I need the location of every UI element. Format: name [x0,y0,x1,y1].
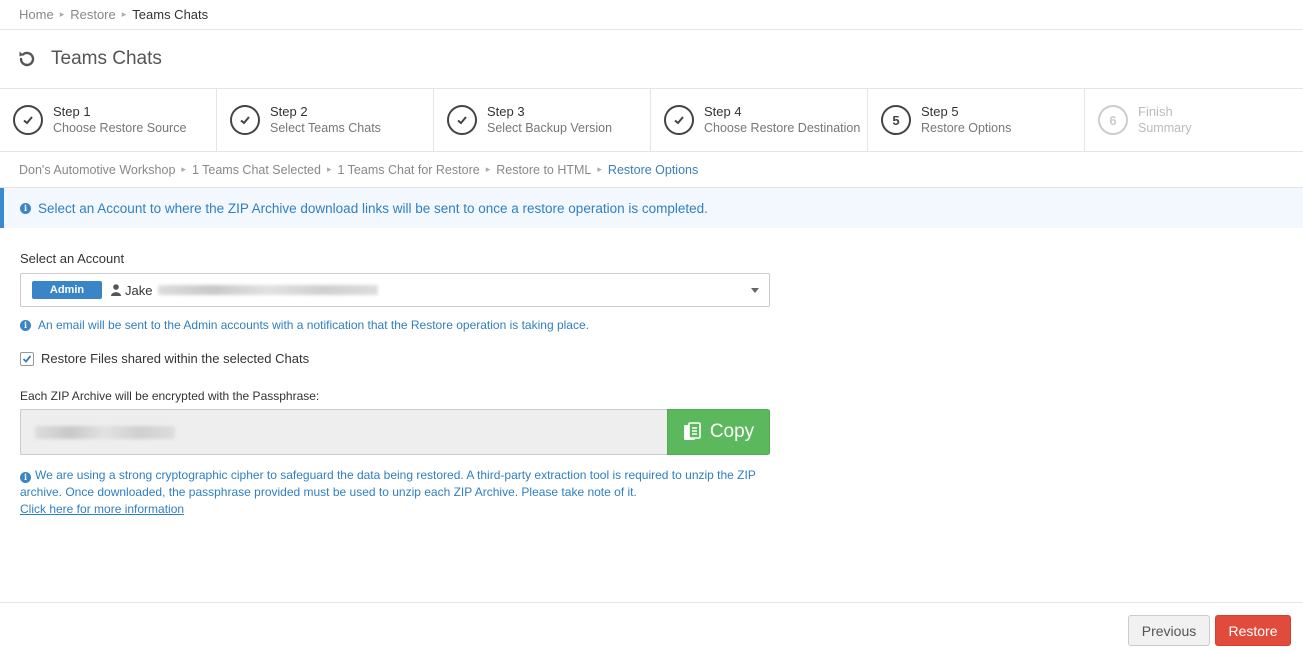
chevron-right-icon: ▸ [59,9,65,19]
breadcrumb-home[interactable]: Home [19,7,54,22]
chevron-right-icon: ▸ [121,9,127,19]
chevron-right-icon: ▸ [326,164,332,174]
step-subtitle: Summary [1138,121,1192,135]
admin-badge: Admin [32,281,102,299]
copy-icon [683,422,701,440]
path-item[interactable]: 1 Teams Chat for Restore [337,163,479,177]
path-item[interactable]: Don's Automotive Workshop [19,163,175,177]
more-info-link[interactable]: Click here for more information [20,502,184,516]
info-banner: i Select an Account to where the ZIP Arc… [0,188,1303,228]
step-number: 5 [881,105,911,135]
page-title: Teams Chats [51,48,162,69]
info-banner-text: Select an Account to where the ZIP Archi… [38,200,708,216]
step-title: Step 3 [487,104,525,119]
step-title: Step 5 [921,104,959,119]
check-icon [664,105,694,135]
check-icon [230,105,260,135]
copy-button[interactable]: Copy [667,409,770,455]
path-item[interactable]: 1 Teams Chat Selected [192,163,321,177]
wizard-steps: Step 1 Choose Restore Source Step 2 Select… [0,89,1303,152]
step-title: Step 1 [53,104,91,119]
previous-button[interactable]: Previous [1128,615,1210,646]
chevron-right-icon: ▸ [597,164,602,174]
passphrase-value-redacted [35,425,175,439]
cipher-note: i We are using a strong cryptographic cip… [20,467,780,518]
chevron-right-icon: ▸ [485,164,491,174]
path-item-current: Restore Options [607,162,699,177]
check-icon [22,354,32,363]
passphrase-label: Each ZIP Archive will be encrypted with … [20,389,320,403]
step-finish: 6 Finish Summary [1085,89,1303,151]
path-item[interactable]: Restore to HTML [496,163,591,177]
step-title: Finish [1138,104,1173,119]
cipher-note-text: We are using a strong cryptographic ciph… [20,468,756,499]
check-icon [13,105,43,135]
copy-button-label: Copy [709,421,755,442]
step-subtitle: Restore Options [921,121,1012,135]
account-select[interactable]: Admin Jake [20,273,770,307]
user-icon [111,284,121,296]
step-subtitle: Select Teams Chats [270,121,381,135]
check-icon [447,105,477,135]
step-subtitle: Choose Restore Destination [704,121,861,135]
breadcrumb-current: Teams Chats [132,7,209,22]
admin-note-text: An email will be sent to the Admin accou… [38,318,589,332]
step-2[interactable]: Step 2 Select Teams Chats [217,89,434,151]
restore-files-option[interactable]: Restore Files shared within the selected… [20,351,309,366]
step-number: 6 [1098,105,1128,135]
step-subtitle: Choose Restore Source [53,121,187,135]
step-title: Step 2 [270,104,308,119]
info-icon: i [20,319,31,331]
restore-icon [19,51,35,67]
page-header: Teams Chats [0,30,1303,89]
account-name: Jake [125,282,153,298]
breadcrumb: Home ▸ Restore ▸ Teams Chats [0,0,1303,30]
info-icon: i [20,472,31,483]
selection-path: Don's Automotive Workshop ▸ 1 Teams Chat… [0,152,1303,188]
restore-files-label: Restore Files shared within the selected… [41,351,310,366]
chevron-right-icon: ▸ [181,164,186,174]
chevron-down-icon [751,288,759,293]
step-1[interactable]: Step 1 Choose Restore Source [0,89,217,151]
info-icon: i [20,202,31,214]
admin-note: i An email will be sent to the Admin acc… [20,318,589,332]
step-3[interactable]: Step 3 Select Backup Version [434,89,651,151]
breadcrumb-restore[interactable]: Restore [70,7,116,22]
passphrase-field[interactable]: Copy [20,409,770,455]
restore-files-checkbox[interactable] [20,351,34,366]
restore-button[interactable]: Restore [1215,615,1291,646]
step-title: Step 4 [704,104,742,119]
account-email-redacted [158,285,379,295]
account-label: Select an Account [20,251,125,266]
footer-bar: Previous Restore [0,602,1303,653]
step-4[interactable]: Step 4 Choose Restore Destination [651,89,868,151]
step-5[interactable]: 5 Step 5 Restore Options [868,89,1085,151]
step-subtitle: Select Backup Version [487,121,613,135]
